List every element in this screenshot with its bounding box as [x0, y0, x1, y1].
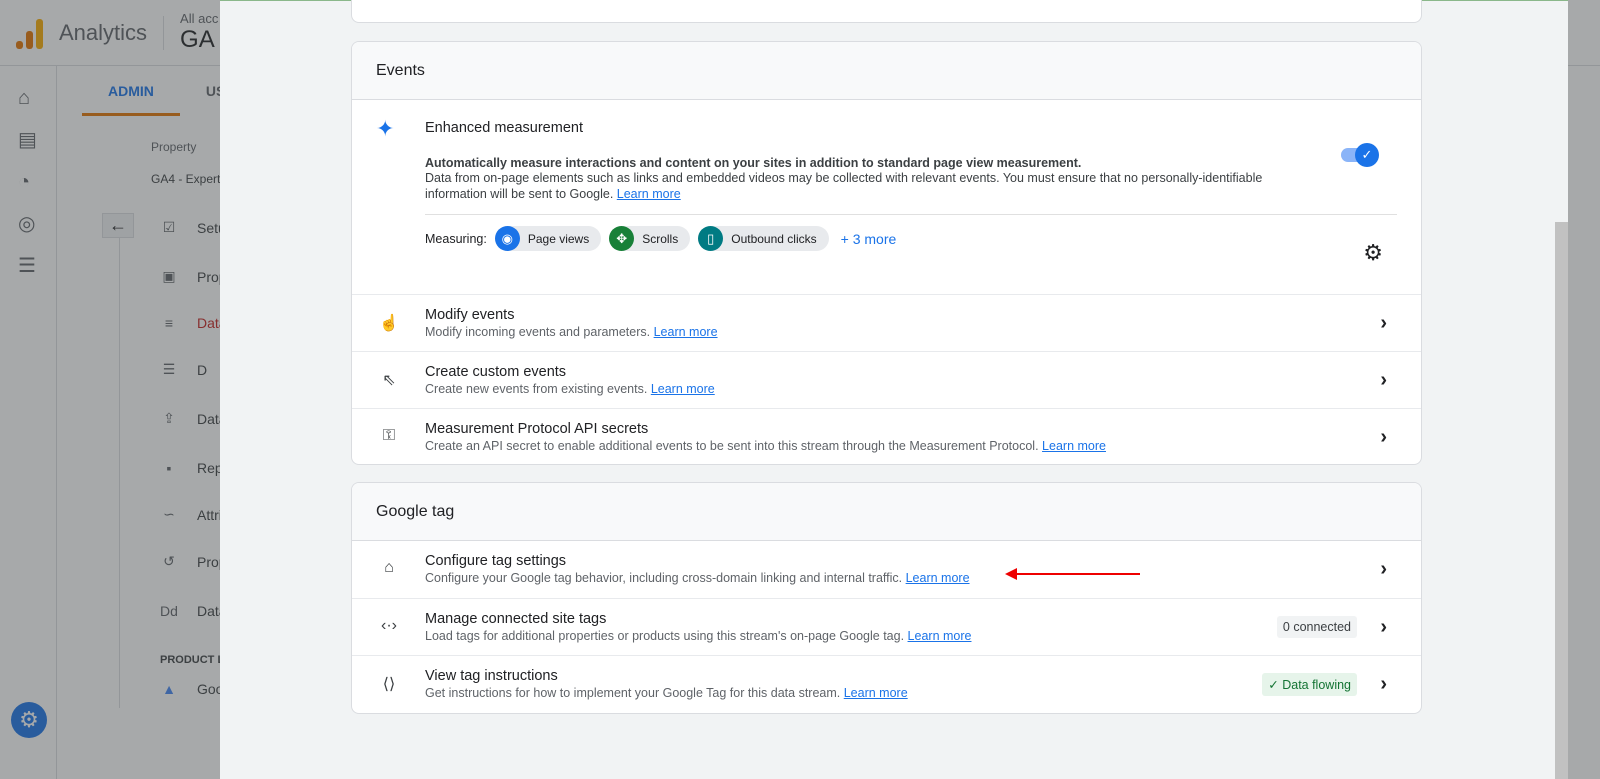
check-icon: ✓	[1355, 143, 1379, 167]
chip-outbound-clicks: ▯ Outbound clicks	[698, 226, 829, 251]
chevron-right-icon: ›	[1380, 673, 1387, 695]
more-link[interactable]: + 3 more	[841, 231, 897, 247]
key-icon: ⚿	[382, 427, 396, 444]
chip-page-views: ◉ Page views	[494, 226, 602, 251]
enhanced-desc-bold: Automatically measure interactions and c…	[425, 156, 1082, 170]
data-flowing-badge: ✓ Data flowing	[1262, 673, 1357, 696]
tag-icon: ⌂	[384, 559, 394, 576]
learn-more-link[interactable]: Learn more	[844, 686, 908, 700]
learn-more-link[interactable]: Learn more	[908, 629, 972, 643]
google-tag-card: Google tag ⌂ Configure tag settings Config…	[351, 482, 1422, 714]
events-title: Events	[352, 42, 1421, 100]
code-dots-icon: ‹·›	[381, 617, 397, 634]
chevron-right-icon: ›	[1380, 369, 1387, 391]
code-clipboard-icon: ⟨⟩	[382, 676, 396, 693]
measuring-label: Measuring:	[425, 231, 487, 246]
learn-more-link[interactable]: Learn more	[651, 382, 715, 396]
red-annotation-arrow	[1005, 568, 1140, 580]
measurement-protocol-row[interactable]: ⚿ Measurement Protocol API secrets Create …	[352, 408, 1421, 464]
chevron-right-icon: ›	[1380, 312, 1387, 334]
cursor-click-icon: ⇖	[382, 372, 396, 389]
stream-details-panel: Events ✦ Enhanced measurement Automatica…	[220, 0, 1568, 779]
learn-more-link[interactable]: Learn more	[654, 325, 718, 339]
view-tag-instructions-row[interactable]: ⟨⟩ View tag instructions Get instructions …	[352, 655, 1421, 712]
manage-connected-site-tags-row[interactable]: ‹·› Manage connected site tags Load tags f…	[352, 598, 1421, 655]
mouse-icon: ▯	[698, 226, 724, 251]
events-card: Events ✦ Enhanced measurement Automatica…	[351, 41, 1422, 465]
touch-icon: ☝	[379, 315, 399, 332]
chip-scrolls: ✥ Scrolls	[609, 226, 691, 251]
settings-gear-icon[interactable]: ⚙	[1363, 240, 1383, 266]
learn-more-link[interactable]: Learn more	[1042, 439, 1106, 453]
sparkle-icon: ✦	[376, 116, 395, 141]
learn-more-link[interactable]: Learn more	[617, 187, 681, 201]
configure-tag-settings-row[interactable]: ⌂ Configure tag settings Configure your Go…	[352, 541, 1421, 598]
google-tag-title: Google tag	[352, 483, 1421, 541]
scrollbar[interactable]	[1555, 222, 1568, 779]
enhanced-measurement: ✦ Enhanced measurement Automatically mea…	[352, 100, 1421, 294]
enhanced-title: Enhanced measurement	[425, 120, 583, 136]
eye-icon: ◉	[494, 226, 520, 251]
previous-card	[351, 0, 1422, 23]
enhanced-desc: Data from on-page elements such as links…	[425, 171, 1263, 201]
create-custom-events-row[interactable]: ⇖ Create custom events Create new events f…	[352, 351, 1421, 408]
chevron-right-icon: ›	[1380, 426, 1387, 448]
connected-badge: 0 connected	[1276, 616, 1357, 638]
modify-events-row[interactable]: ☝ Modify events Modify incoming events and…	[352, 294, 1421, 351]
chevron-right-icon: ›	[1380, 616, 1387, 638]
learn-more-link[interactable]: Learn more	[906, 571, 970, 585]
scroll-icon: ✥	[609, 226, 635, 251]
enhanced-toggle[interactable]: ✓	[1341, 143, 1379, 167]
chevron-right-icon: ›	[1380, 558, 1387, 580]
divider	[425, 214, 1397, 215]
